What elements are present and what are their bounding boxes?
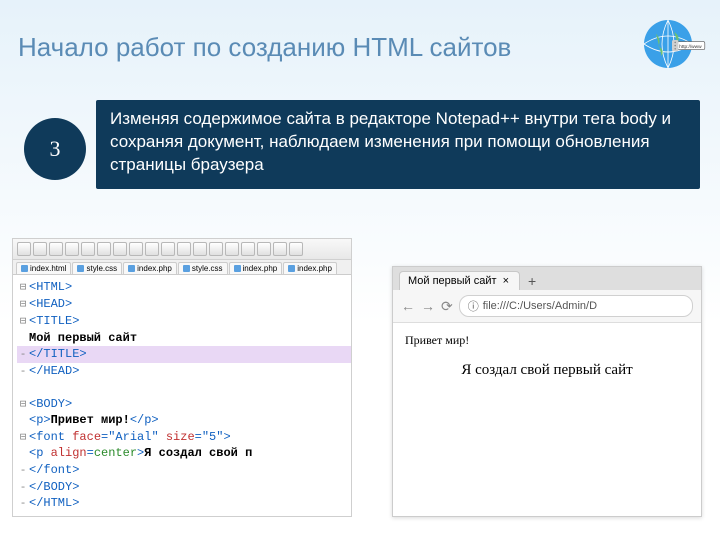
code-editor: index.htmlstyle.cssindex.phpstyle.cssind… bbox=[12, 238, 352, 517]
toolbar-button[interactable] bbox=[177, 242, 191, 256]
code-line: ⊟<HEAD> bbox=[17, 296, 351, 313]
code-line: <p align=center>Я создал свой п bbox=[17, 445, 351, 461]
toolbar-button[interactable] bbox=[65, 242, 79, 256]
toolbar-button[interactable] bbox=[129, 242, 143, 256]
browser-tab[interactable]: Мой первый сайт × bbox=[399, 271, 520, 290]
code-line: ⊟<TITLE> bbox=[17, 313, 351, 330]
editor-tab[interactable]: style.css bbox=[72, 262, 122, 274]
code-line: <p>Привет мир!</p> bbox=[17, 412, 351, 428]
globe-logo: http://www bbox=[628, 8, 708, 88]
code-line: -</BODY> bbox=[17, 479, 351, 496]
code-line: ⊟<font face="Arial" size="5"> bbox=[17, 429, 351, 446]
reload-icon[interactable]: ⟳ bbox=[441, 298, 453, 315]
info-icon: ⓘ bbox=[468, 298, 479, 314]
step-number-badge: 3 bbox=[24, 118, 86, 180]
url-text: file:///C:/Users/Admin/D bbox=[483, 300, 597, 312]
page-paragraph-1: Привет мир! bbox=[405, 333, 689, 348]
forward-icon[interactable]: → bbox=[421, 298, 435, 314]
code-area: ⊟<HTML>⊟<HEAD>⊟<TITLE> Мой первый сайт-<… bbox=[13, 275, 351, 516]
code-line: ⊟<HTML> bbox=[17, 279, 351, 296]
code-line: -</HTML> bbox=[17, 495, 351, 512]
code-line: ⊟<BODY> bbox=[17, 396, 351, 413]
toolbar-button[interactable] bbox=[97, 242, 111, 256]
toolbar-button[interactable] bbox=[209, 242, 223, 256]
browser-tab-strip: Мой первый сайт × + bbox=[393, 267, 701, 290]
toolbar-button[interactable] bbox=[113, 242, 127, 256]
toolbar-button[interactable] bbox=[241, 242, 255, 256]
globe-tag-text: http://www bbox=[679, 44, 702, 50]
editor-tab[interactable]: index.php bbox=[229, 262, 283, 274]
toolbar-button[interactable] bbox=[33, 242, 47, 256]
toolbar-button[interactable] bbox=[49, 242, 63, 256]
browser-tab-title: Мой первый сайт bbox=[408, 275, 497, 287]
slide-title: Начало работ по созданию HTML сайтов bbox=[18, 32, 511, 63]
editor-tab-bar: index.htmlstyle.cssindex.phpstyle.cssind… bbox=[13, 260, 351, 275]
toolbar-button[interactable] bbox=[81, 242, 95, 256]
browser-window: Мой первый сайт × + ← → ⟳ ⓘ file:///C:/U… bbox=[392, 266, 702, 517]
browser-address-bar: ← → ⟳ ⓘ file:///C:/Users/Admin/D bbox=[393, 290, 701, 323]
editor-tab[interactable]: index.php bbox=[123, 262, 177, 274]
step-row: 3 Изменяя содержимое сайта в редакторе N… bbox=[24, 100, 700, 189]
toolbar-button[interactable] bbox=[273, 242, 287, 256]
code-line: -</HEAD> bbox=[17, 363, 351, 380]
page-paragraph-2: Я создал свой первый сайт bbox=[405, 362, 689, 379]
toolbar-button[interactable] bbox=[161, 242, 175, 256]
browser-viewport: Привет мир! Я создал свой первый сайт bbox=[393, 323, 701, 409]
toolbar-button[interactable] bbox=[17, 242, 31, 256]
code-line: -</font> bbox=[17, 462, 351, 479]
new-tab-button[interactable]: + bbox=[524, 273, 540, 289]
code-line: Мой первый сайт bbox=[17, 330, 351, 346]
editor-toolbar bbox=[13, 239, 351, 260]
close-icon[interactable]: × bbox=[503, 275, 509, 287]
toolbar-button[interactable] bbox=[289, 242, 303, 256]
toolbar-button[interactable] bbox=[257, 242, 271, 256]
back-icon[interactable]: ← bbox=[401, 298, 415, 314]
editor-tab[interactable]: index.php bbox=[283, 262, 337, 274]
code-line bbox=[17, 379, 351, 395]
editor-tab[interactable]: index.html bbox=[16, 262, 71, 274]
step-description: Изменяя содержимое сайта в редакторе Not… bbox=[96, 100, 700, 189]
toolbar-button[interactable] bbox=[193, 242, 207, 256]
editor-tab[interactable]: style.css bbox=[178, 262, 228, 274]
code-line: -</TITLE> bbox=[17, 346, 351, 363]
url-field[interactable]: ⓘ file:///C:/Users/Admin/D bbox=[459, 295, 693, 317]
toolbar-button[interactable] bbox=[225, 242, 239, 256]
toolbar-button[interactable] bbox=[145, 242, 159, 256]
